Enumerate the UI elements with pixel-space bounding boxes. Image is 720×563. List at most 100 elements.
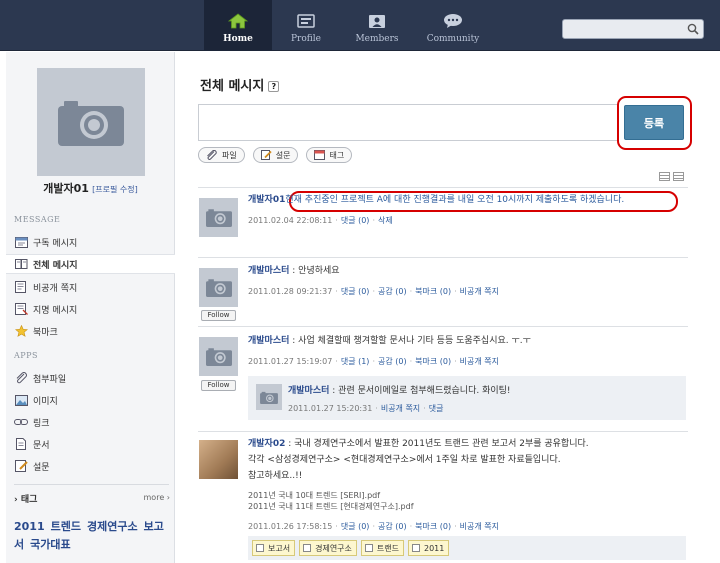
sidebar-item-label: 이미지 bbox=[33, 396, 58, 407]
nav-profile[interactable]: Profile bbox=[272, 0, 340, 51]
nav-members[interactable]: Members bbox=[340, 0, 414, 51]
search-box bbox=[562, 19, 704, 39]
post-author[interactable]: 개발마스터 bbox=[248, 336, 289, 346]
subscribe-icon bbox=[14, 236, 28, 248]
camera-icon bbox=[205, 279, 232, 297]
list-view-icon[interactable] bbox=[659, 172, 670, 181]
bookmark-link[interactable]: 북마크 (0) bbox=[415, 522, 451, 531]
comment-link[interactable]: 댓글 (0) bbox=[341, 287, 370, 296]
sidebar-item-label: 구독 메시지 bbox=[33, 238, 78, 249]
more-tags-link[interactable]: more › bbox=[144, 493, 170, 502]
sidebar-item-subscribe[interactable]: 구독 메시지 bbox=[14, 232, 174, 252]
sidebar-item-attachments[interactable]: 첨부파일 bbox=[14, 368, 174, 388]
bookmark-link[interactable]: 북마크 (0) bbox=[415, 287, 451, 296]
tags-header: › 태그 more › bbox=[14, 492, 172, 505]
nav-community[interactable]: Community bbox=[414, 0, 492, 51]
tag-cloud-item[interactable]: 2011 bbox=[14, 520, 45, 533]
nav-home[interactable]: Home bbox=[204, 0, 272, 51]
help-icon[interactable]: ? bbox=[268, 81, 280, 92]
post-meta: 2011.01.27 15:19:07 · 댓글 (1) · 공감 (0) · 북마크 (0… bbox=[248, 357, 499, 366]
comment-link[interactable]: 댓글 (1) bbox=[341, 357, 370, 366]
sidebar-item-survey[interactable]: 설문 bbox=[14, 456, 174, 476]
tag-icon bbox=[314, 150, 326, 160]
sidebar-item-label: 설문 bbox=[33, 462, 50, 473]
post-author[interactable]: 개발마스터 bbox=[248, 266, 289, 276]
post-meta: 2011.01.26 17:58:15 · 댓글 (0) · 공감 (0) · 북마크 (0… bbox=[248, 522, 499, 531]
like-link[interactable]: 공감 (0) bbox=[378, 357, 407, 366]
sidebar-item-label: 비공개 쪽지 bbox=[33, 283, 78, 294]
main-content: 전체 메시지? 등록 파일 설문 태그 개발자01현재 추진중인 프로젝트 A에… bbox=[198, 52, 692, 563]
sidebar-item-documents[interactable]: 문서 bbox=[14, 434, 174, 454]
delete-link[interactable]: 삭제 bbox=[378, 216, 393, 225]
post-tag[interactable]: 보고서 bbox=[252, 540, 296, 556]
attach-file-button[interactable]: 파일 bbox=[198, 147, 245, 163]
view-toggle bbox=[656, 172, 684, 181]
attach-tag-button[interactable]: 태그 bbox=[306, 147, 353, 163]
members-icon bbox=[367, 13, 387, 29]
sidebar-item-mention[interactable]: 지명 메시지 bbox=[14, 299, 174, 319]
post-avatar[interactable] bbox=[199, 337, 238, 376]
private-note-link[interactable]: 비공개 쪽지 bbox=[460, 287, 499, 296]
follow-button[interactable]: Follow bbox=[201, 310, 236, 321]
private-note-link[interactable]: 비공개 쪽지 bbox=[381, 404, 420, 413]
post-divider bbox=[198, 431, 688, 432]
post-tag[interactable]: 경제연구소 bbox=[299, 540, 357, 556]
bookmark-link[interactable]: 북마크 (0) bbox=[415, 357, 451, 366]
sidebar-item-label: 지명 메시지 bbox=[33, 305, 78, 316]
tag-cloud-item[interactable]: 트렌드 bbox=[51, 520, 81, 533]
post-avatar-photo[interactable] bbox=[199, 440, 238, 479]
sidebar-item-all-messages[interactable]: 전체 메시지 bbox=[6, 254, 175, 274]
attach-survey-button[interactable]: 설문 bbox=[252, 147, 299, 163]
reply-box: 개발마스터 : 관련 문서이메일로 첨부해드렸습니다. 화이팅! 2011.01… bbox=[248, 376, 686, 420]
tag-cloud-item[interactable]: 경제연구소 bbox=[87, 520, 138, 533]
paperclip-icon bbox=[14, 372, 28, 384]
attached-file-link[interactable]: 2011년 국내 11대 트렌드 [현대경제연구소].pdf bbox=[248, 501, 414, 512]
sidebar-item-images[interactable]: 이미지 bbox=[14, 390, 174, 410]
edit-profile-link[interactable]: [프로필 수정] bbox=[92, 185, 138, 194]
post-meta: 2011.01.28 09:21:37 · 댓글 (0) · 공감 (0) · 북마크 (0… bbox=[248, 287, 499, 296]
post-text: : 사업 체결할때 챙겨할할 문서나 기타 등등 도움주십시요. ㅜ.ㅜ bbox=[289, 336, 531, 346]
all-messages-icon bbox=[14, 258, 28, 270]
like-link[interactable]: 공감 (0) bbox=[378, 522, 407, 531]
post-author[interactable]: 개발자02 bbox=[248, 439, 285, 449]
search-icon[interactable] bbox=[687, 23, 699, 38]
sidebar-item-label: 첨부파일 bbox=[33, 374, 67, 385]
comment-link[interactable]: 댓글 (0) bbox=[341, 522, 370, 531]
page-title: 전체 메시지? bbox=[200, 75, 280, 94]
tag-cloud-item[interactable]: 국가대표 bbox=[30, 538, 70, 551]
sidebar-item-label: 전체 메시지 bbox=[33, 260, 78, 271]
reply-author[interactable]: 개발마스터 bbox=[288, 386, 329, 396]
post-body: 개발자02 : 국내 경제연구소에서 발표한 2011년도 트랜드 관련 보고서… bbox=[248, 438, 688, 483]
reply-time: 2011.01.27 15:20:31 bbox=[288, 404, 373, 413]
comment-link[interactable]: 댓글 bbox=[429, 404, 444, 413]
comment-link[interactable]: 댓글 (0) bbox=[341, 216, 370, 225]
submit-button[interactable]: 등록 bbox=[624, 105, 684, 140]
post-tag[interactable]: 트랜드 bbox=[360, 540, 404, 556]
like-link[interactable]: 공감 (0) bbox=[378, 287, 407, 296]
reply-body: 개발마스터 : 관련 문서이메일로 첨부해드렸습니다. 화이팅! bbox=[288, 383, 511, 396]
attached-file-link[interactable]: 2011년 국내 10대 트렌드 [SERI].pdf bbox=[248, 490, 414, 501]
home-icon bbox=[228, 13, 248, 29]
message-input[interactable] bbox=[198, 104, 618, 141]
nav-community-label: Community bbox=[426, 34, 480, 44]
sidebar-item-links[interactable]: 링크 bbox=[14, 412, 174, 432]
post-avatar[interactable] bbox=[199, 198, 238, 237]
post-tag[interactable]: 2011 bbox=[408, 540, 450, 556]
feed-divider bbox=[198, 187, 688, 188]
tag-cloud: 2011 트렌드 경제연구소 보고서 국가대표 bbox=[14, 518, 169, 554]
reply-avatar[interactable] bbox=[256, 384, 282, 410]
private-note-icon bbox=[14, 281, 28, 293]
post-time: 2011.01.28 09:21:37 bbox=[248, 287, 333, 296]
post-time: 2011.01.27 15:19:07 bbox=[248, 357, 333, 366]
post-avatar[interactable] bbox=[199, 268, 238, 307]
follow-button[interactable]: Follow bbox=[201, 380, 236, 391]
sidebar-item-bookmark[interactable]: 북마크 bbox=[14, 321, 174, 341]
sidebar-item-private-note[interactable]: 비공개 쪽지 bbox=[14, 277, 174, 297]
post-author[interactable]: 개발자01 bbox=[248, 195, 285, 205]
search-input[interactable] bbox=[563, 20, 681, 38]
private-note-link[interactable]: 비공개 쪽지 bbox=[460, 522, 499, 531]
profile-avatar[interactable] bbox=[37, 68, 145, 176]
compact-view-icon[interactable] bbox=[673, 172, 684, 181]
post-tag-strip: 보고서 경제연구소 트랜드 2011 bbox=[248, 536, 686, 560]
private-note-link[interactable]: 비공개 쪽지 bbox=[460, 357, 499, 366]
